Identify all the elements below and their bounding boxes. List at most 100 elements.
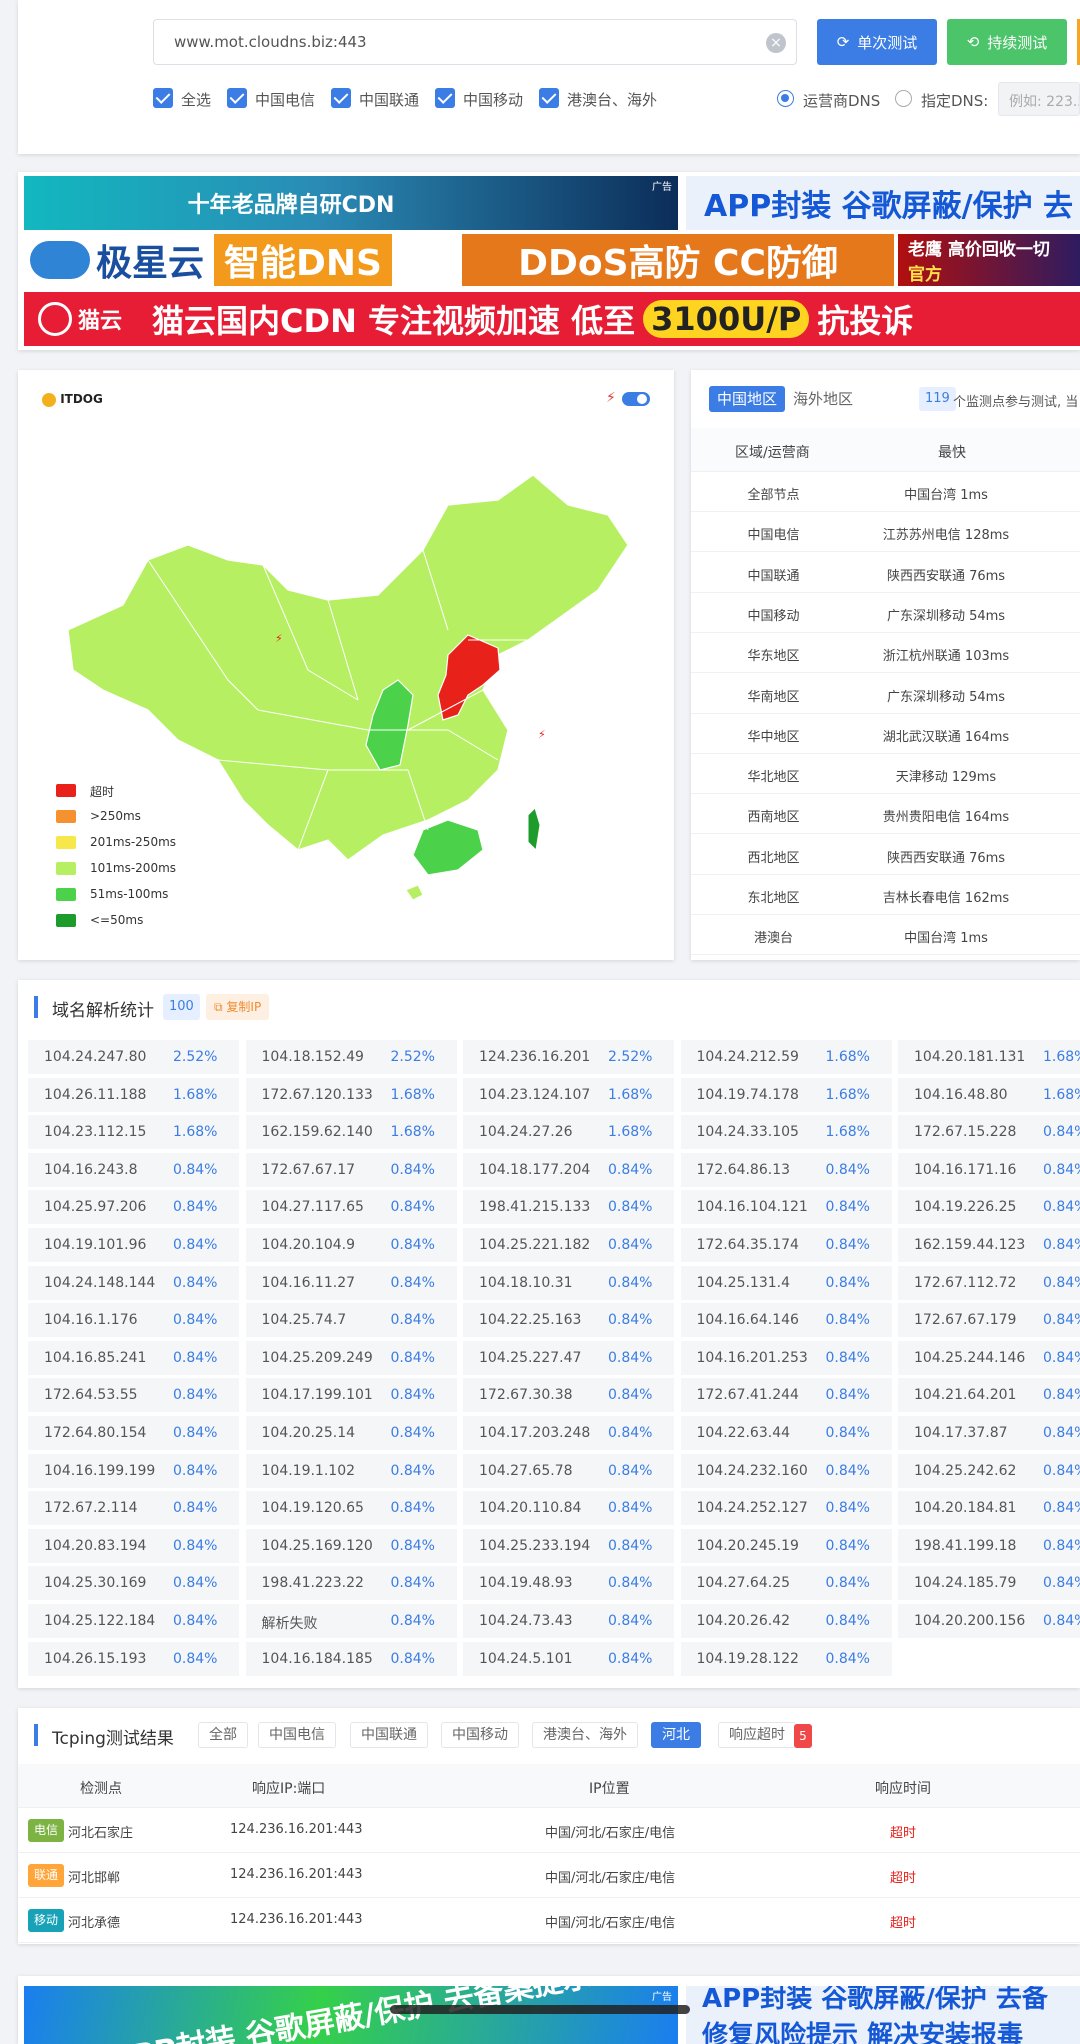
ad-banner-cdn-text: 十年老品牌自研CDN (187, 193, 395, 218)
legend-label: 51ms-100ms (90, 887, 169, 901)
copy-icon: ⧉ (214, 1000, 223, 1014)
ad-banner-bottom-left[interactable]: APP封装 谷歌屏蔽/保护 去备案提示 广告 (24, 1986, 678, 2044)
ad-banner-ddos[interactable]: DDoS高防 CC防御 (462, 234, 894, 286)
tcping-tab-telecom[interactable]: 中国电信 (258, 1722, 336, 1748)
dns-ip-cell: 104.16.243.8 0.84% (28, 1152, 239, 1187)
stats-row: 全部节点 中国台湾 1ms (691, 472, 1080, 512)
dns-ip: 104.20.83.194 (44, 1537, 147, 1554)
tcping-tab-hebei[interactable]: 河北 (651, 1722, 701, 1748)
ad-banner-cdn[interactable]: 十年老品牌自研CDN 广告 (24, 176, 678, 230)
continuous-test-button[interactable]: ⟲ 持续测试 (947, 19, 1067, 65)
dns-percent: 0.84% (173, 1650, 218, 1667)
animation-toggle[interactable] (622, 392, 650, 406)
dns-ip: 124.236.16.201 (479, 1049, 591, 1065)
dns-ip: 104.19.48.93 (479, 1575, 573, 1592)
dns-ip: 解析失败 (261, 1616, 318, 1632)
dns-ip-cell: 172.67.67.179 0.84% (898, 1303, 1080, 1338)
dns-percent: 0.84% (608, 1425, 653, 1441)
checkbox-check-icon (539, 88, 559, 108)
dns-carrier-label: 运营商DNS (803, 92, 881, 110)
copy-ip-button[interactable]: ⧉ 复制IP (206, 994, 270, 1020)
dns-percent: 0.84% (608, 1500, 653, 1517)
stats-fastest: 天津移动 129ms (895, 770, 997, 786)
checkbox-mobile[interactable]: 中国移动 (435, 88, 525, 110)
dns-ip-cell: 104.19.74.178 1.68% (680, 1077, 892, 1112)
dns-percent: 0.84% (825, 1425, 870, 1441)
legend-label: >250ms (90, 809, 141, 823)
dns-percent: 0.84% (390, 1650, 435, 1667)
tcping-tab-overseas[interactable]: 港澳台、海外 (532, 1722, 638, 1748)
dns-ip: 104.24.73.43 (479, 1613, 573, 1629)
dns-ip: 104.25.227.47 (479, 1349, 582, 1366)
checkbox-unicom[interactable]: 中国联通 (331, 88, 421, 110)
tcping-node: 河北石家庄 (68, 1826, 134, 1841)
stats-row: 中国电信 江苏苏州电信 128ms (691, 512, 1080, 553)
ad-banner-jixing[interactable]: 极星云 智能DNS (24, 234, 460, 286)
legend-swatch (56, 862, 76, 875)
ad-banner-laoyan[interactable]: 老鹰 高价回收一切 官方 (898, 234, 1080, 286)
dns-custom-radio[interactable]: 指定DNS: (895, 90, 1005, 110)
tab-overseas[interactable]: 海外地区 (793, 386, 853, 412)
dns-custom-input[interactable]: 例如: 223.5 (998, 82, 1080, 116)
dns-ip-cell: 104.16.85.241 0.84% (28, 1340, 239, 1375)
stats-fastest: 吉林长春电信 162ms (882, 891, 1010, 906)
stats-row: 港澳台 中国台湾 1ms (691, 915, 1080, 956)
tcping-tab-timeout[interactable]: 响应超时 (718, 1722, 796, 1748)
dns-percent: 0.84% (825, 1237, 870, 1253)
single-test-button[interactable]: ⟳ 单次测试 (817, 19, 937, 65)
dns-ip-cell: 104.25.209.249 0.84% (245, 1340, 457, 1375)
dns-ip-cell: 104.26.15.193 0.84% (28, 1641, 239, 1676)
dns-percent: 1.68% (608, 1124, 653, 1141)
stats-region: 东北地区 (747, 891, 800, 906)
dns-percent: 0.84% (173, 1274, 218, 1291)
dns-ip: 104.19.226.25 (914, 1199, 1017, 1216)
dns-ip-cell: 104.26.11.188 1.68% (28, 1077, 239, 1112)
dns-ip-cell: 104.20.25.14 0.84% (245, 1416, 457, 1450)
tcping-tab-all[interactable]: 全部 (198, 1722, 248, 1748)
tcping-tab-unicom[interactable]: 中国联通 (350, 1722, 428, 1748)
map-marker-icon: ⚡ (275, 632, 283, 645)
dns-percent: 0.84% (173, 1312, 218, 1329)
dns-percent: 1.68% (825, 1049, 870, 1065)
loop-icon: ⟲ (966, 33, 980, 51)
dns-ip: 162.159.44.123 (914, 1237, 1026, 1253)
stats-row: 西南地区 贵州贵阳电信 164ms (691, 794, 1080, 835)
dns-percent: 0.84% (1043, 1462, 1080, 1479)
checkbox-label: 中国移动 (463, 91, 524, 109)
isp-badge: 联通 (28, 1864, 64, 1887)
dns-ip-cell: 104.16.64.146 0.84% (680, 1303, 892, 1338)
ad-banner-app-shield[interactable]: APP封装 谷歌屏蔽/保护 去 (686, 176, 1080, 230)
dns-ip: 104.16.1.176 (44, 1312, 138, 1329)
dns-percent: 0.84% (390, 1462, 435, 1479)
tcping-ip-port: 124.236.16.201:443 (230, 1867, 363, 1882)
checkbox-label: 中国电信 (255, 91, 316, 109)
dns-percent: 0.84% (1043, 1537, 1080, 1554)
radio-icon (895, 90, 912, 107)
checkbox-overseas[interactable]: 港澳台、海外 (539, 88, 669, 110)
dns-carrier-radio[interactable]: 运营商DNS (777, 90, 897, 110)
dns-ip-cell: 104.25.74.7 0.84% (245, 1303, 457, 1338)
checkbox-telecom[interactable]: 中国电信 (227, 88, 317, 110)
tab-china[interactable]: 中国地区 (709, 386, 786, 412)
dns-ip: 172.67.67.179 (914, 1312, 1017, 1329)
dns-percent: 0.84% (1043, 1274, 1080, 1291)
map-card: ITDOG ⚡ ⚡ ⚡ 超时 >250ms 201ms-250ms 101ms-… (18, 370, 674, 960)
dns-ip: 104.20.110.84 (479, 1500, 582, 1517)
maoyun-logo: 猫云 (78, 309, 123, 334)
tcping-tab-mobile[interactable]: 中国移动 (441, 1722, 519, 1748)
dns-ip: 104.27.64.25 (696, 1575, 791, 1592)
dns-ip: 104.16.11.27 (261, 1274, 356, 1291)
ad-banner-bottom-right[interactable]: APP封装 谷歌屏蔽/保护 去备 修复风险提示 解决安装报毒 (686, 1986, 1080, 2044)
url-input[interactable]: www.mot.cloudns.biz:443 × (153, 19, 797, 65)
dns-ip-cell: 172.64.53.55 0.84% (28, 1378, 239, 1413)
dns-percent: 0.84% (608, 1537, 653, 1554)
dns-percent: 0.84% (173, 1537, 218, 1554)
checkbox-all[interactable]: 全选 (153, 88, 223, 110)
dns-ip: 104.16.184.185 (261, 1650, 373, 1667)
ad-banner-maoyun[interactable]: 猫云 猫云国内CDN 专注视频加速 低至 3100U/P 抗投诉 (24, 292, 1080, 346)
clear-icon[interactable]: × (766, 33, 786, 53)
dns-percent: 0.84% (173, 1462, 218, 1479)
dns-ip-cell: 104.16.48.80 1.68% (898, 1077, 1080, 1112)
dns-percent: 0.84% (1043, 1500, 1080, 1517)
legend-swatch (56, 888, 76, 901)
